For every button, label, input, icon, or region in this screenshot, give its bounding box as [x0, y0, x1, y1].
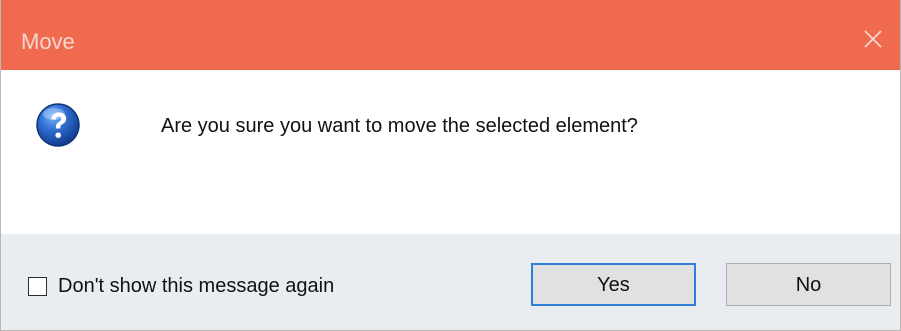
- title-bar: Move: [1, 0, 900, 70]
- close-icon: [864, 30, 882, 48]
- dont-show-again-label: Don't show this message again: [58, 275, 335, 297]
- dont-show-again-checkbox[interactable]: [28, 276, 47, 296]
- dialog-content: Are you sure you want to move the select…: [1, 70, 900, 234]
- question-icon: [36, 103, 80, 147]
- confirmation-message: Are you sure you want to move the select…: [161, 115, 638, 137]
- dialog-title: Move: [21, 29, 75, 54]
- no-button[interactable]: No: [726, 263, 891, 306]
- yes-button[interactable]: Yes: [531, 263, 696, 306]
- close-button[interactable]: [846, 0, 900, 70]
- move-dialog: Move Are you sure you want to move the s…: [0, 0, 901, 331]
- dont-show-again-option[interactable]: Don't show this message again: [28, 274, 334, 298]
- dialog-footer: Don't show this message again Yes No: [1, 234, 900, 330]
